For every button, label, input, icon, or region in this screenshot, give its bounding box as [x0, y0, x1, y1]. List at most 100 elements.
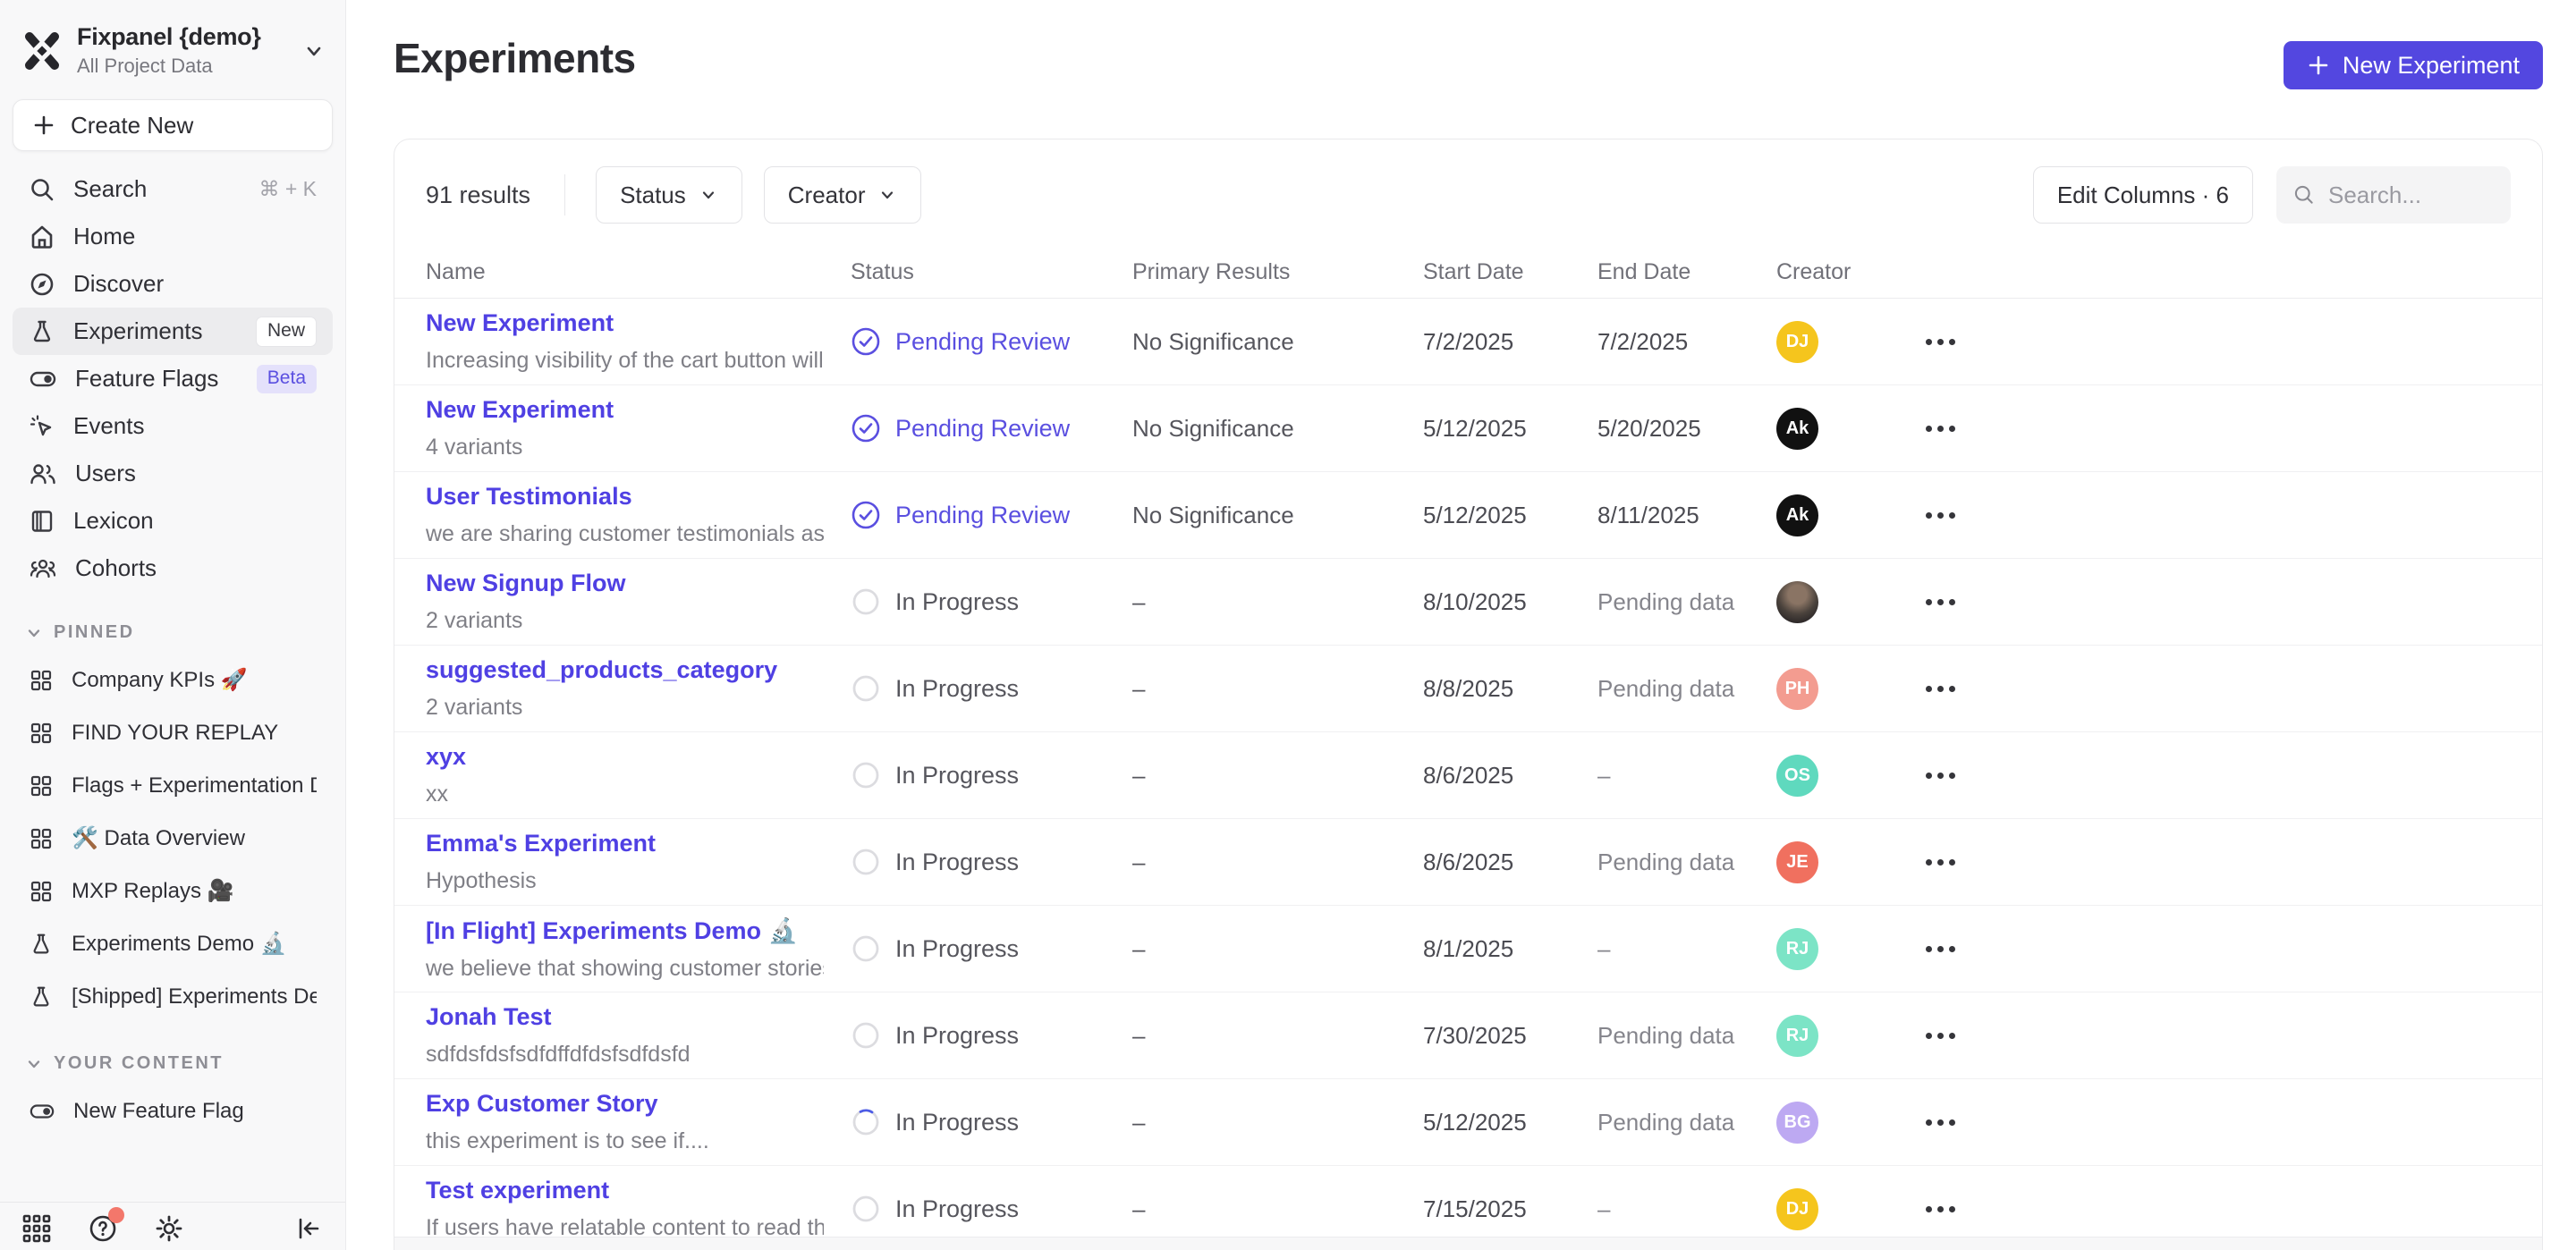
creator-avatar: DJ: [1776, 1188, 1818, 1230]
experiment-link[interactable]: Test experiment: [426, 1177, 824, 1204]
sidebar-item-lexicon[interactable]: Lexicon: [13, 497, 333, 545]
experiments-card: 91 results Status Creator Edit Columns ·…: [394, 139, 2543, 1250]
sidebar-item-home[interactable]: Home: [13, 213, 333, 260]
end-date: Pending data: [1597, 1109, 1776, 1136]
creator-avatar-photo: [1776, 581, 1818, 623]
workspace-switcher[interactable]: Fixpanel {demo} All Project Data: [0, 0, 345, 94]
gear-icon[interactable]: [154, 1213, 184, 1244]
pinned-item-flags-experimentation-demo[interactable]: Flags + Experimentation Demo 🧪: [13, 759, 333, 812]
primary-results: –: [1132, 588, 1423, 616]
experiment-description: Increasing visibility of the cart button…: [426, 348, 824, 374]
table-row: New Experiment4 variants Pending Review …: [394, 385, 2542, 472]
create-new-button[interactable]: Create New: [13, 99, 333, 151]
experiment-description: we are sharing customer testimonials as …: [426, 521, 824, 547]
pinned-item-company-kpis[interactable]: Company KPIs 🚀: [13, 654, 333, 706]
pinned-item-find-your-replay[interactable]: FIND YOUR REPLAY: [13, 706, 333, 759]
search-icon: [29, 176, 55, 203]
table-row: suggested_products_category2 variants In…: [394, 646, 2542, 732]
apps-grid-icon[interactable]: [21, 1213, 52, 1244]
table-search[interactable]: [2276, 166, 2511, 224]
edit-columns-button[interactable]: Edit Columns · 6: [2033, 166, 2253, 224]
creator-avatar: Ak: [1776, 494, 1818, 536]
row-menu-button[interactable]: [1906, 1119, 1978, 1126]
row-menu-button[interactable]: [1906, 859, 1978, 866]
in-progress-icon: [851, 1194, 881, 1224]
search-input[interactable]: [2328, 182, 2480, 209]
beta-badge: Beta: [257, 365, 317, 393]
sidebar-item-search[interactable]: Search ⌘ + K: [13, 165, 333, 213]
row-menu-button[interactable]: [1906, 773, 1978, 779]
pinned-section-header[interactable]: PINNED: [25, 622, 320, 643]
status-label: In Progress: [895, 762, 1019, 790]
experiment-link[interactable]: User Testimonials: [426, 483, 824, 511]
experiment-description: Hypothesis: [426, 868, 824, 894]
sidebar-item-users[interactable]: Users: [13, 450, 333, 497]
end-date: 7/2/2025: [1597, 328, 1776, 356]
sidebar-item-cohorts[interactable]: Cohorts: [13, 545, 333, 592]
experiment-link[interactable]: Exp Customer Story: [426, 1090, 824, 1118]
creator-filter-button[interactable]: Creator: [764, 166, 922, 224]
row-menu-button[interactable]: [1906, 339, 1978, 345]
plus-icon: [31, 113, 56, 138]
home-icon: [29, 224, 55, 250]
in-progress-spinner-icon: [851, 1107, 881, 1137]
experiment-link[interactable]: xyx: [426, 743, 824, 771]
status-label: In Progress: [895, 1022, 1019, 1050]
experiment-link[interactable]: Emma's Experiment: [426, 830, 824, 857]
workspace-name: Fixpanel {demo}: [77, 23, 261, 50]
table-row: Emma's ExperimentHypothesis In Progress …: [394, 819, 2542, 906]
board-icon: [29, 721, 54, 746]
in-progress-icon: [851, 587, 881, 617]
in-progress-icon: [851, 1020, 881, 1051]
new-experiment-button[interactable]: New Experiment: [2284, 41, 2543, 89]
start-date: 7/30/2025: [1423, 1022, 1597, 1050]
sidebar-item-discover[interactable]: Discover: [13, 260, 333, 308]
column-header-primary-results: Primary Results: [1132, 259, 1423, 285]
your-content-item-new-feature-flag[interactable]: New Feature Flag: [13, 1085, 333, 1137]
status-label: In Progress: [895, 675, 1019, 703]
pinned-item-mxp-replays[interactable]: MXP Replays 🎥: [13, 865, 333, 917]
pending-review-icon: [851, 413, 881, 443]
sidebar-item-events[interactable]: Events: [13, 402, 333, 450]
toggle-icon: [29, 366, 57, 393]
end-date: Pending data: [1597, 1022, 1776, 1050]
experiment-link[interactable]: New Experiment: [426, 396, 824, 424]
experiment-link[interactable]: Jonah Test: [426, 1003, 824, 1031]
pinned-item-shipped-experiments-demo[interactable]: [Shipped] Experiments Demo ✏️: [13, 970, 333, 1023]
status-label: In Progress: [895, 849, 1019, 876]
your-content-section-header[interactable]: YOUR CONTENT: [25, 1053, 320, 1074]
sidebar-item-feature-flags[interactable]: Feature Flags Beta: [13, 355, 333, 402]
row-menu-button[interactable]: [1906, 512, 1978, 519]
row-menu-button[interactable]: [1906, 1206, 1978, 1212]
end-date: 8/11/2025: [1597, 502, 1776, 529]
row-menu-button[interactable]: [1906, 426, 1978, 432]
start-date: 5/12/2025: [1423, 415, 1597, 443]
chevron-down-icon: [25, 1055, 43, 1073]
table-row: xyxxx In Progress – 8/6/2025 – OS: [394, 732, 2542, 819]
sidebar-item-experiments[interactable]: Experiments New: [13, 308, 333, 355]
board-icon: [29, 773, 54, 798]
cohorts-icon: [29, 555, 57, 582]
row-menu-button[interactable]: [1906, 686, 1978, 692]
workspace-subtitle: All Project Data: [77, 55, 288, 78]
table-toolbar: 91 results Status Creator Edit Columns ·…: [394, 139, 2542, 247]
row-menu-button[interactable]: [1906, 946, 1978, 952]
experiment-description: this experiment is to see if....: [426, 1128, 824, 1154]
help-icon[interactable]: [88, 1213, 118, 1244]
row-menu-button[interactable]: [1906, 1033, 1978, 1039]
experiment-link[interactable]: suggested_products_category: [426, 656, 824, 684]
row-menu-button[interactable]: [1906, 599, 1978, 605]
pinned-item-experiments-demo[interactable]: Experiments Demo 🔬: [13, 917, 333, 970]
end-date: Pending data: [1597, 849, 1776, 876]
end-date: –: [1597, 935, 1776, 963]
status-filter-button[interactable]: Status: [596, 166, 742, 224]
experiment-link[interactable]: [In Flight] Experiments Demo 🔬: [426, 916, 824, 945]
chevron-down-icon: [302, 39, 326, 63]
experiment-link[interactable]: New Experiment: [426, 309, 824, 337]
collapse-sidebar-icon[interactable]: [293, 1213, 324, 1244]
experiment-link[interactable]: New Signup Flow: [426, 570, 824, 597]
pinned-item-data-overview[interactable]: 🛠️ Data Overview: [13, 812, 333, 865]
horizontal-scrollbar-track[interactable]: [394, 1237, 2542, 1250]
primary-results: –: [1132, 1022, 1423, 1050]
creator-avatar: JE: [1776, 841, 1818, 883]
